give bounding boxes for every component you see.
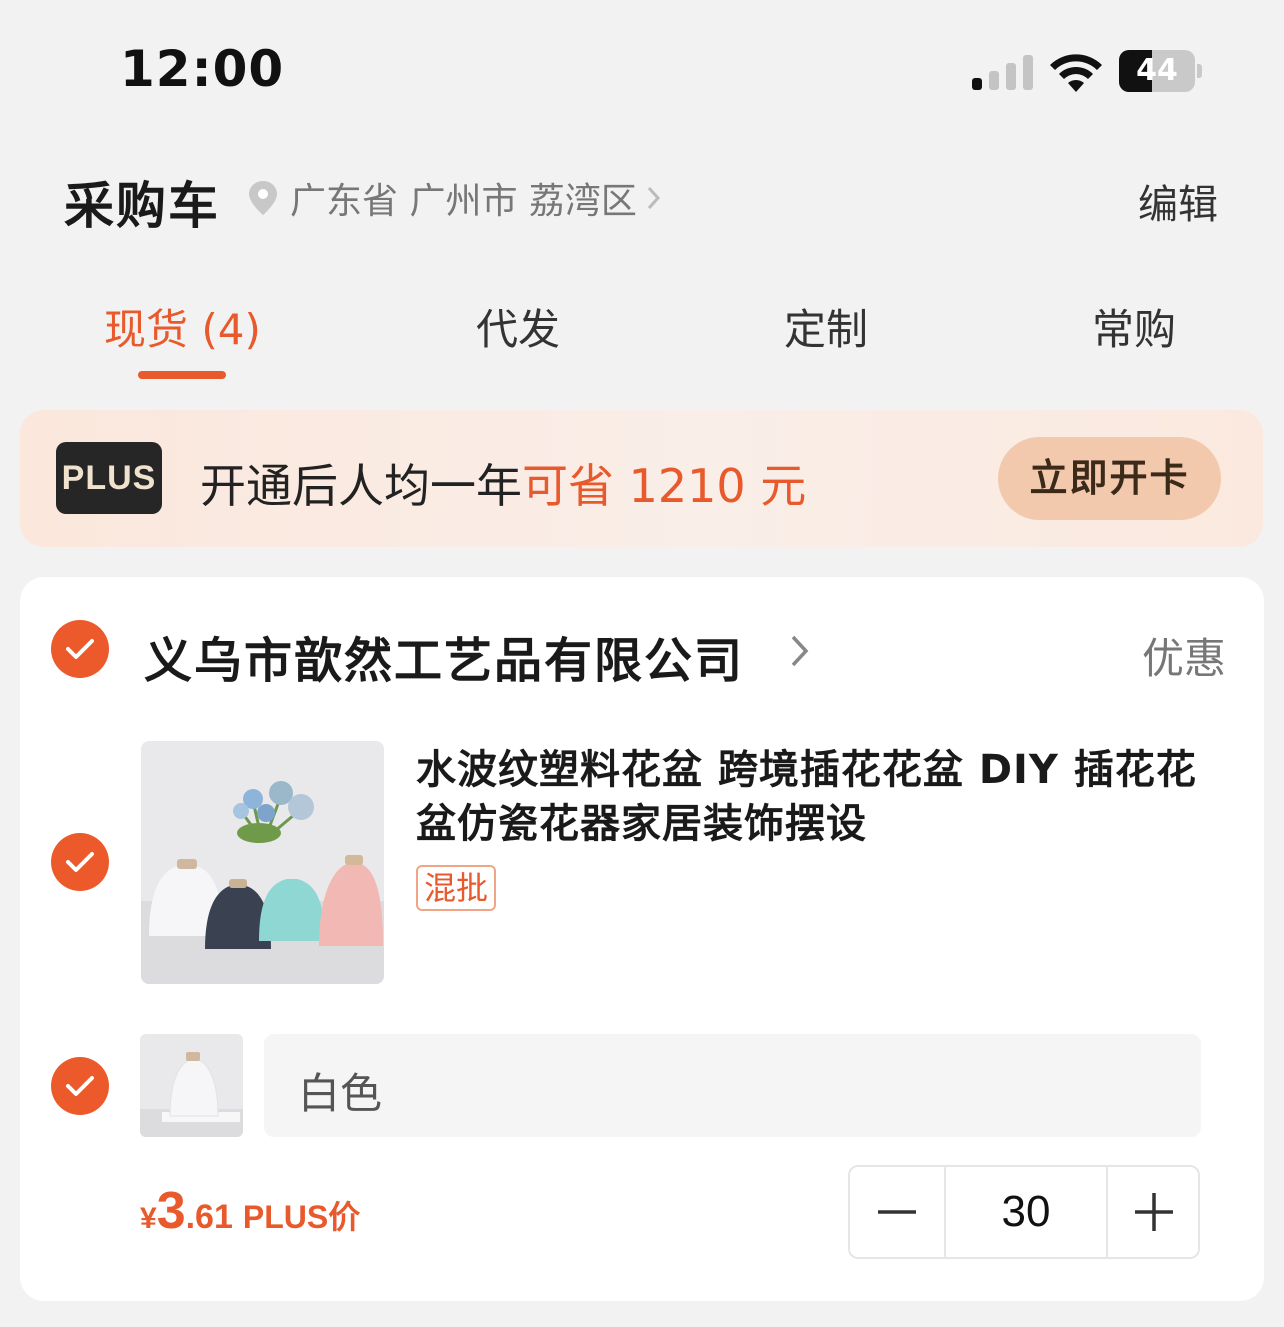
checkmark-icon bbox=[66, 852, 94, 872]
wifi-icon bbox=[1050, 54, 1102, 92]
cellular-signal-icon bbox=[972, 54, 1034, 90]
status-bar: 12:00 44 bbox=[0, 0, 1284, 140]
shop-name[interactable]: 义乌市歆然工艺品有限公司 bbox=[144, 621, 744, 691]
quantity-stepper: 30 bbox=[848, 1165, 1200, 1259]
minus-icon[interactable] bbox=[850, 1167, 944, 1257]
mixed-batch-tag: 混批 bbox=[416, 865, 497, 911]
page-title: 采购车 bbox=[64, 177, 220, 235]
plus-savings-text: 开通后人均一年可省 1210 元 bbox=[200, 450, 806, 516]
checkmark-icon bbox=[66, 639, 94, 659]
product-title[interactable]: 水波纹塑料花盆 跨境插花花盆 DIY 插花花盆仿瓷花器家居装饰摆设 bbox=[416, 743, 1226, 851]
plus-text-highlight: 可省 1210 元 bbox=[522, 459, 807, 513]
sku-spec-selector[interactable]: 白色 bbox=[264, 1034, 1201, 1137]
active-tab-indicator bbox=[138, 371, 226, 379]
tab-frequent[interactable]: 常购 bbox=[1092, 296, 1176, 357]
plus-icon[interactable] bbox=[1108, 1167, 1200, 1257]
location-text: 广东省 广州市 荔湾区 bbox=[290, 181, 637, 222]
location-selector[interactable]: 广东省 广州市 荔湾区 bbox=[248, 174, 663, 222]
battery-level: 44 bbox=[1136, 53, 1178, 88]
tab-custom[interactable]: 定制 bbox=[784, 296, 868, 357]
shop-card: 义乌市歆然工艺品有限公司 优惠 水波纹塑料花盆 跨境插花花盆 DIY 插花花盆仿… bbox=[20, 577, 1264, 1301]
open-card-button[interactable]: 立即开卡 bbox=[998, 437, 1221, 520]
plus-membership-banner: PLUS 开通后人均一年可省 1210 元 立即开卡 bbox=[20, 410, 1263, 547]
sku-image[interactable] bbox=[140, 1034, 243, 1137]
sku-checkbox[interactable] bbox=[51, 1057, 109, 1115]
plus-text-prefix: 开通后人均一年 bbox=[200, 459, 522, 513]
price: ¥3.61 PLUS价 bbox=[140, 1181, 360, 1241]
price-decimal: .61 bbox=[185, 1198, 233, 1236]
tab-dropship[interactable]: 代发 bbox=[476, 296, 560, 357]
tab-in-stock[interactable]: 现货 (4) bbox=[104, 296, 261, 357]
battery-icon: 44 bbox=[1119, 50, 1195, 92]
discount-button[interactable]: 优惠 bbox=[1142, 625, 1226, 686]
battery-tip bbox=[1197, 64, 1202, 78]
shop-checkbox[interactable] bbox=[51, 620, 109, 678]
price-currency: ¥ bbox=[140, 1202, 157, 1235]
quantity-input[interactable]: 30 bbox=[944, 1167, 1108, 1257]
checkmark-icon bbox=[66, 1076, 94, 1096]
price-integer: 3 bbox=[156, 1182, 186, 1240]
edit-button[interactable]: 编辑 bbox=[1138, 172, 1218, 230]
product-checkbox[interactable] bbox=[51, 833, 109, 891]
chevron-right-icon[interactable] bbox=[788, 631, 812, 671]
price-tag: PLUS价 bbox=[242, 1199, 361, 1235]
location-pin-icon bbox=[249, 181, 277, 215]
plus-badge: PLUS bbox=[56, 442, 162, 514]
sku-spec-label: 白色 bbox=[298, 1069, 383, 1118]
product-image[interactable] bbox=[141, 741, 384, 984]
chevron-right-icon bbox=[647, 186, 660, 210]
status-time: 12:00 bbox=[120, 40, 285, 98]
